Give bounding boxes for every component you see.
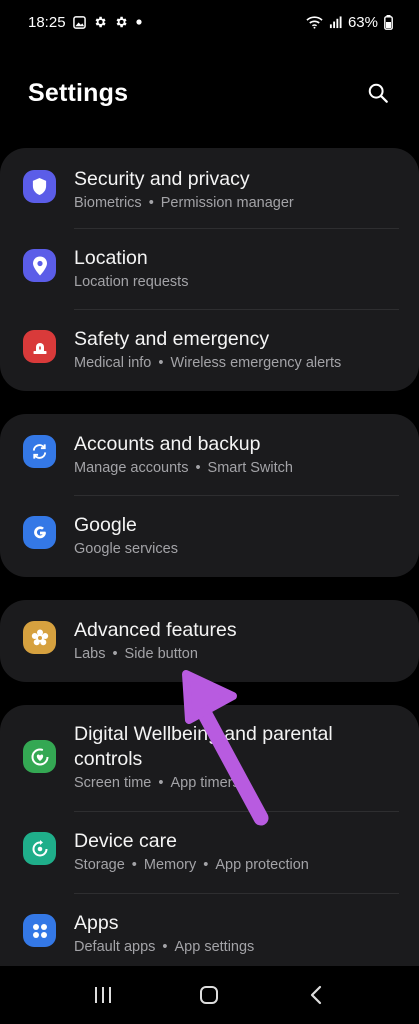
sub-item: App protection (215, 857, 309, 873)
row-subtitle: Manage accounts • Smart Switch (74, 458, 399, 478)
home-button[interactable] (189, 975, 229, 1015)
navigation-bar (0, 966, 419, 1024)
sub-item: App timers (170, 775, 240, 791)
settings-item-advanced-features[interactable]: Advanced features Labs • Side button (0, 600, 419, 682)
location-pin-icon (23, 249, 56, 282)
search-icon (368, 83, 388, 103)
row-title: Location (74, 247, 148, 269)
status-time: 18:25 (28, 13, 66, 31)
settings-item-location[interactable]: Location Location requests (0, 228, 419, 309)
sub-item: Medical info (74, 355, 152, 371)
page-title: Settings (28, 78, 129, 107)
separator-dot: • (158, 775, 164, 791)
settings-group-security: Security and privacy Biometrics • Permissi… (0, 148, 419, 391)
sub-item: Memory (143, 857, 197, 873)
battery-percent: 63% (347, 13, 378, 31)
shield-icon (23, 170, 56, 203)
sub-item: Biometrics (74, 195, 142, 211)
status-bar: 18:25 63% (0, 0, 419, 44)
row-subtitle: Medical info • Wireless emergency alerts (74, 353, 399, 373)
row-subtitle: Labs • Side button (74, 644, 399, 664)
row-title: Security and privacy (74, 168, 250, 190)
row-subtitle: Biometrics • Permission manager (74, 193, 399, 213)
row-title: Digital Wellbeing and parental controls (74, 723, 333, 770)
recent-apps-button[interactable] (83, 975, 123, 1015)
gear-flower-icon (23, 621, 56, 654)
row-title: Google (74, 514, 137, 536)
row-subtitle: Google services (74, 539, 399, 559)
settings-item-google[interactable]: Google Google services (0, 495, 419, 577)
row-text: Safety and emergency Medical info • Wirele… (74, 327, 399, 373)
search-button[interactable] (363, 78, 393, 108)
settings-notification-icon (93, 15, 107, 29)
sub-item: Smart Switch (207, 460, 293, 476)
signal-icon (329, 15, 342, 29)
sub-item: Screen time (74, 775, 152, 791)
sub-item: Google services (74, 541, 178, 557)
sync-icon (23, 435, 56, 468)
settings-group-device: Digital Wellbeing and parental controls … (0, 705, 419, 995)
wellbeing-icon (23, 740, 56, 773)
apps-grid-icon (23, 914, 56, 947)
emergency-alert-icon (23, 330, 56, 363)
settings-item-digital-wellbeing[interactable]: Digital Wellbeing and parental controls … (0, 705, 419, 811)
sub-item: Storage (74, 857, 125, 873)
settings-notification-icon-2 (114, 15, 128, 29)
status-left: 18:25 (28, 14, 143, 31)
row-title: Device care (74, 830, 177, 852)
sub-item: App settings (174, 939, 255, 955)
settings-item-safety-and-emergency[interactable]: Safety and emergency Medical info • Wirele… (0, 309, 419, 391)
separator-dot: • (195, 460, 201, 476)
recent-apps-icon (95, 987, 112, 1003)
separator-dot: • (148, 195, 154, 211)
sub-item: Permission manager (160, 195, 294, 211)
row-title: Apps (74, 912, 119, 934)
home-icon (200, 986, 219, 1004)
row-subtitle: Default apps • App settings (74, 937, 399, 957)
row-subtitle: Screen time • App timers (74, 773, 399, 793)
separator-dot: • (112, 646, 118, 662)
separator-dot: • (131, 857, 137, 873)
row-text: Location Location requests (74, 246, 399, 292)
row-title: Advanced features (74, 619, 237, 641)
row-text: Accounts and backup Manage accounts • Smar… (74, 432, 399, 478)
row-text: Digital Wellbeing and parental controls … (74, 722, 399, 793)
gallery-notification-icon (72, 15, 86, 29)
sub-item: Location requests (74, 274, 189, 290)
settings-group-advanced: Advanced features Labs • Side button (0, 600, 419, 682)
settings-group-accounts: Accounts and backup Manage accounts • Smar… (0, 414, 419, 577)
back-chevron-icon (310, 985, 321, 1005)
status-right: 63% (306, 14, 393, 31)
settings-item-accounts-and-backup[interactable]: Accounts and backup Manage accounts • Smar… (0, 414, 419, 495)
separator-dot: • (158, 355, 164, 371)
row-text: Google Google services (74, 513, 399, 559)
row-text: Apps Default apps • App settings (74, 911, 399, 957)
device-care-icon (23, 832, 56, 865)
row-subtitle: Location requests (74, 272, 399, 292)
sub-item: Labs (74, 646, 106, 662)
row-title: Accounts and backup (74, 433, 261, 455)
sub-item: Manage accounts (74, 460, 189, 476)
sub-item: Side button (124, 646, 198, 662)
row-text: Device care Storage • Memory • App protectio… (74, 829, 399, 875)
row-subtitle: Storage • Memory • App protection (74, 855, 399, 875)
more-notifications-dot-icon (135, 18, 143, 26)
row-text: Security and privacy Biometrics • Permissi… (74, 167, 399, 213)
header: Settings (0, 70, 419, 116)
sub-item: Wireless emergency alerts (170, 355, 342, 371)
battery-icon (384, 14, 393, 30)
row-title: Safety and emergency (74, 328, 270, 350)
settings-item-security-and-privacy[interactable]: Security and privacy Biometrics • Permissi… (0, 148, 419, 228)
sub-item: Default apps (74, 939, 156, 955)
settings-item-device-care[interactable]: Device care Storage • Memory • App protectio… (0, 811, 419, 893)
separator-dot: • (203, 857, 209, 873)
google-icon (23, 516, 56, 549)
wifi-icon (306, 15, 323, 29)
row-text: Advanced features Labs • Side button (74, 618, 399, 664)
back-button[interactable] (296, 975, 336, 1015)
separator-dot: • (162, 939, 168, 955)
